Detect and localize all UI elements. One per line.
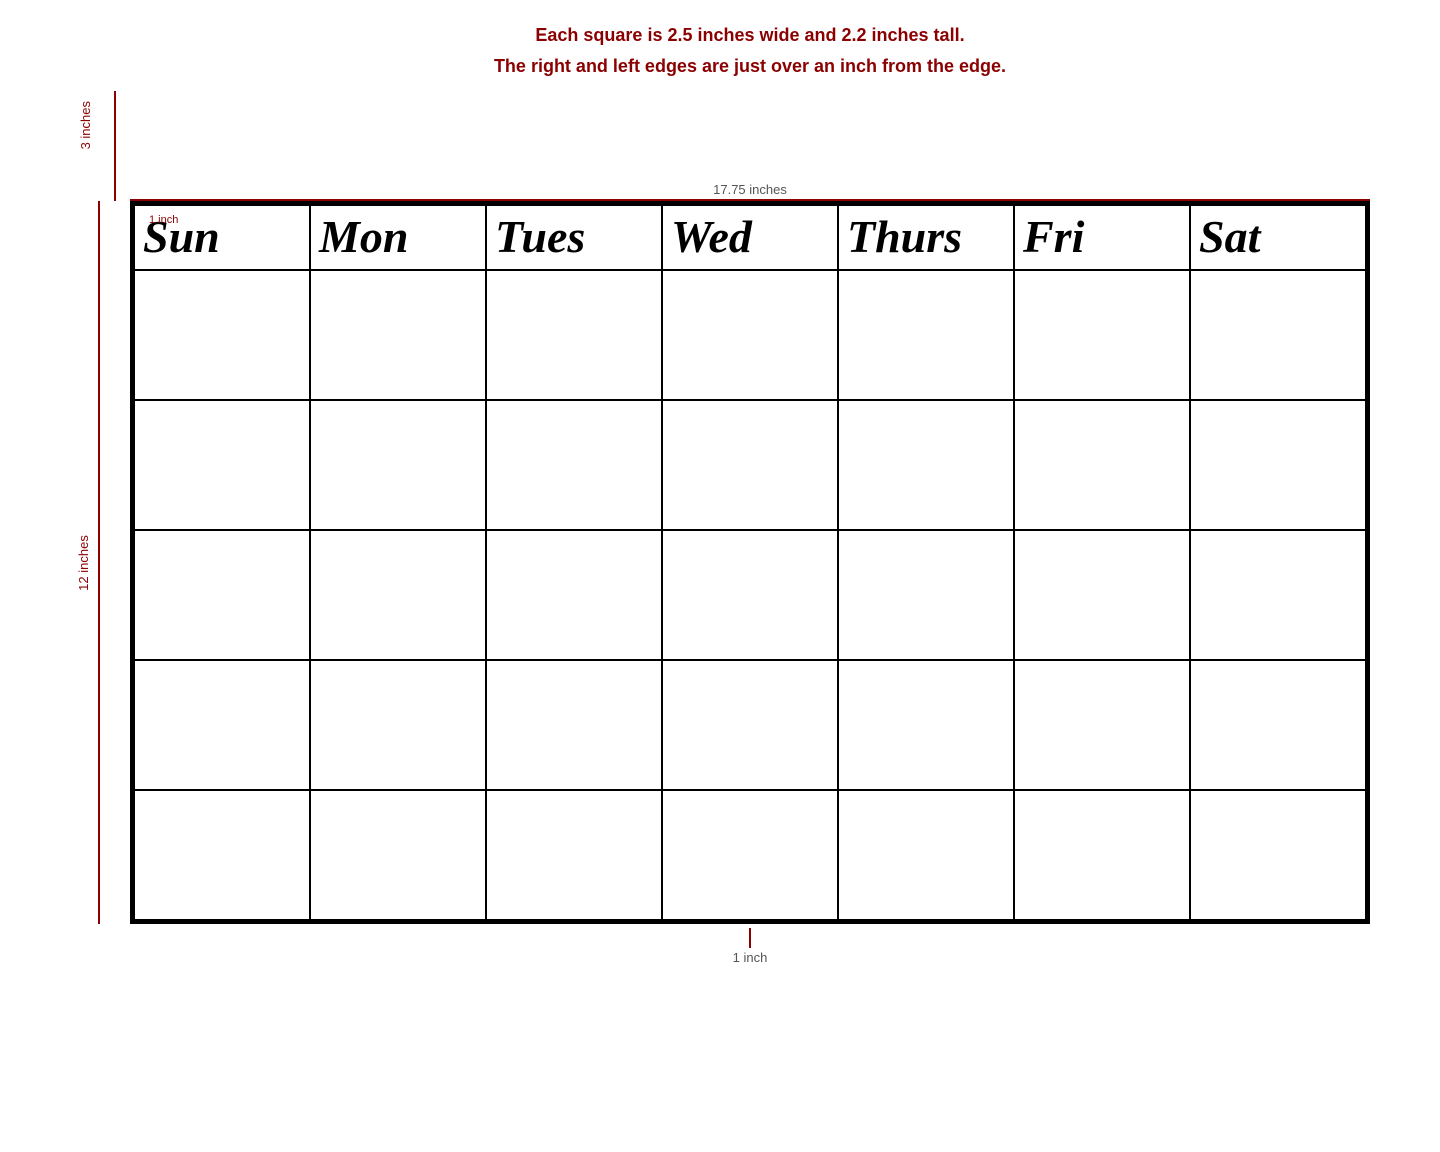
table-row	[134, 530, 1366, 660]
calendar-cell[interactable]	[310, 400, 486, 530]
calendar-cell[interactable]	[662, 660, 838, 790]
instruction-line1: Each square is 2.5 inches wide and 2.2 i…	[494, 20, 1006, 51]
table-row	[134, 790, 1366, 920]
calendar-cell[interactable]	[1190, 790, 1366, 920]
calendar-cell[interactable]	[1190, 530, 1366, 660]
calendar-cell[interactable]	[838, 270, 1014, 400]
calendar-cell[interactable]	[662, 270, 838, 400]
calendar-cell[interactable]	[486, 270, 662, 400]
day-label-tues: Tues	[495, 211, 585, 262]
3inch-label: 3 inches	[78, 101, 93, 149]
calendar-cell[interactable]	[662, 790, 838, 920]
vertical-line-3inch	[114, 91, 116, 201]
calendar-cell[interactable]	[134, 270, 310, 400]
calendar-cell[interactable]	[310, 660, 486, 790]
day-label-mon: Mon	[319, 211, 408, 262]
table-row	[134, 660, 1366, 790]
sun-header-cell: 1 inch Sun	[143, 210, 301, 263]
calendar-cell[interactable]	[310, 530, 486, 660]
header-mon: Mon	[310, 205, 486, 270]
calendar-cell[interactable]	[134, 790, 310, 920]
calendar-cell[interactable]	[838, 400, 1014, 530]
17inch-label: 17.75 inches	[713, 182, 787, 197]
calendar-cell[interactable]	[1014, 660, 1190, 790]
calendar-cell[interactable]	[1014, 530, 1190, 660]
day-label-thurs: Thurs	[847, 211, 962, 262]
header-fri: Fri	[1014, 205, 1190, 270]
header-thurs: Thurs	[838, 205, 1014, 270]
calendar-cell[interactable]	[838, 530, 1014, 660]
header-sat: Sat	[1190, 205, 1366, 270]
header-sun: 1 inch Sun	[134, 205, 310, 270]
bottom-tick-line	[749, 928, 751, 948]
calendar-cell[interactable]	[838, 790, 1014, 920]
calendar-cell[interactable]	[1190, 270, 1366, 400]
table-row	[134, 270, 1366, 400]
header-wed: Wed	[662, 205, 838, 270]
calendar-cell[interactable]	[310, 270, 486, 400]
left-12inch-measure: 12 inches	[70, 201, 130, 924]
12inch-label: 12 inches	[76, 535, 91, 591]
calendar-cell[interactable]	[134, 530, 310, 660]
day-label-wed: Wed	[671, 211, 752, 262]
top-annotation: 3 inches 17.75 inches	[70, 91, 1370, 201]
calendar-cell[interactable]	[310, 790, 486, 920]
table-row	[134, 400, 1366, 530]
calendar-cell[interactable]	[662, 530, 838, 660]
horizontal-measure-container: 17.75 inches	[130, 91, 1370, 201]
calendar-cell[interactable]	[662, 400, 838, 530]
header-tues: Tues	[486, 205, 662, 270]
calendar-cell[interactable]	[134, 400, 310, 530]
header-row: 1 inch Sun Mon Tues Wed	[134, 205, 1366, 270]
page-container: Each square is 2.5 inches wide and 2.2 i…	[70, 20, 1370, 965]
bottom-1inch-label: 1 inch	[733, 950, 768, 965]
calendar-cell[interactable]	[134, 660, 310, 790]
calendar-cell[interactable]	[1190, 400, 1366, 530]
calendar-table: 1 inch Sun Mon Tues Wed	[133, 204, 1367, 921]
1inch-corner-label: 1 inch	[149, 214, 178, 226]
day-label-sat: Sat	[1199, 211, 1260, 262]
instruction-line2: The right and left edges are just over a…	[494, 51, 1006, 82]
calendar-cell[interactable]	[486, 790, 662, 920]
calendar-wrapper: 12 inches 1 inch Sun Mon	[70, 201, 1370, 924]
horiz-label-row: 17.75 inches	[130, 182, 1370, 197]
vertical-line-12inch	[98, 201, 100, 924]
calendar-cell[interactable]	[1014, 400, 1190, 530]
calendar-cell[interactable]	[1190, 660, 1366, 790]
calendar-cell[interactable]	[1014, 270, 1190, 400]
day-label-fri: Fri	[1023, 211, 1084, 262]
bottom-annotation: 1 inch	[70, 928, 1370, 965]
calendar-cell[interactable]	[838, 660, 1014, 790]
instructions-block: Each square is 2.5 inches wide and 2.2 i…	[434, 20, 1006, 81]
calendar-grid: 1 inch Sun Mon Tues Wed	[130, 201, 1370, 924]
calendar-cell[interactable]	[486, 530, 662, 660]
calendar-cell[interactable]	[486, 400, 662, 530]
left-3inch-measure: 3 inches	[70, 91, 130, 201]
calendar-cell[interactable]	[1014, 790, 1190, 920]
calendar-cell[interactable]	[486, 660, 662, 790]
